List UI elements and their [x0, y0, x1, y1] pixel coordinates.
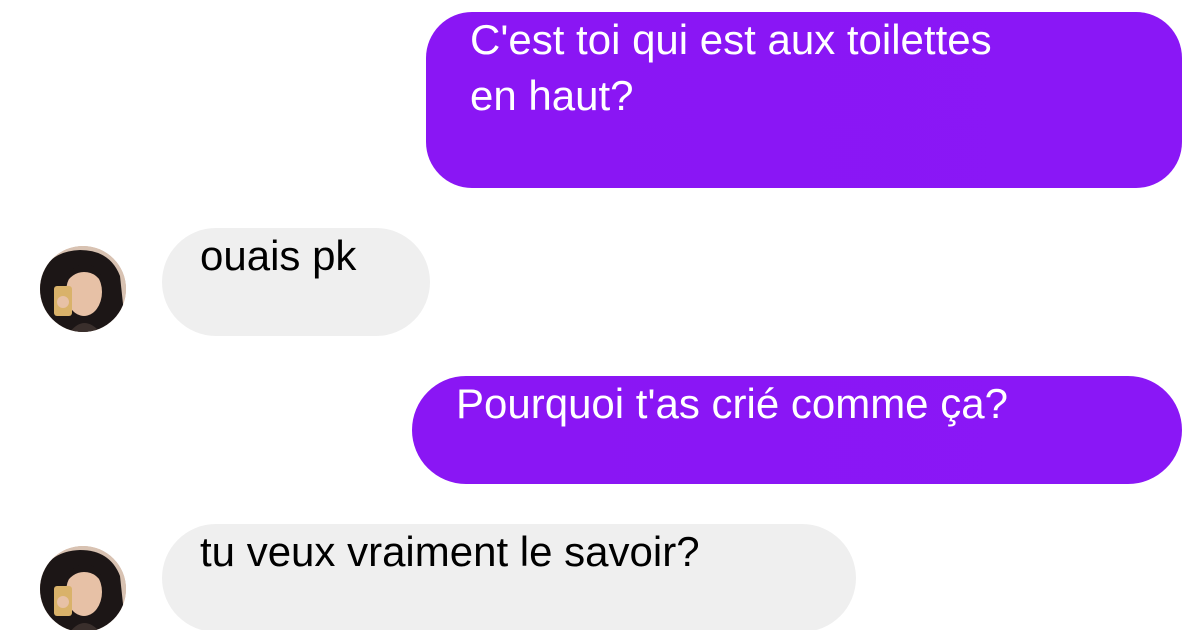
- outgoing-message-bubble[interactable]: Pourquoi t'as crié comme ça?: [412, 376, 1182, 484]
- outgoing-message-bubble[interactable]: C'est toi qui est aux toilettes en haut?: [426, 12, 1182, 188]
- contact-avatar[interactable]: [40, 546, 126, 630]
- message-text: Pourquoi t'as crié comme ça?: [456, 380, 1008, 427]
- avatar-photo-icon: [40, 546, 126, 630]
- incoming-message-bubble[interactable]: ouais pk: [162, 228, 430, 336]
- message-text: tu veux vraiment le savoir?: [200, 528, 700, 575]
- message-text-line: en haut?: [470, 72, 634, 119]
- avatar-photo-icon: [40, 246, 126, 332]
- message-text-line: C'est toi qui est aux toilettes: [470, 16, 992, 63]
- incoming-message-bubble[interactable]: tu veux vraiment le savoir?: [162, 524, 856, 630]
- chat-thread: C'est toi qui est aux toilettes en haut?…: [0, 0, 1200, 630]
- message-text: ouais pk: [200, 232, 357, 279]
- contact-avatar[interactable]: [40, 246, 126, 332]
